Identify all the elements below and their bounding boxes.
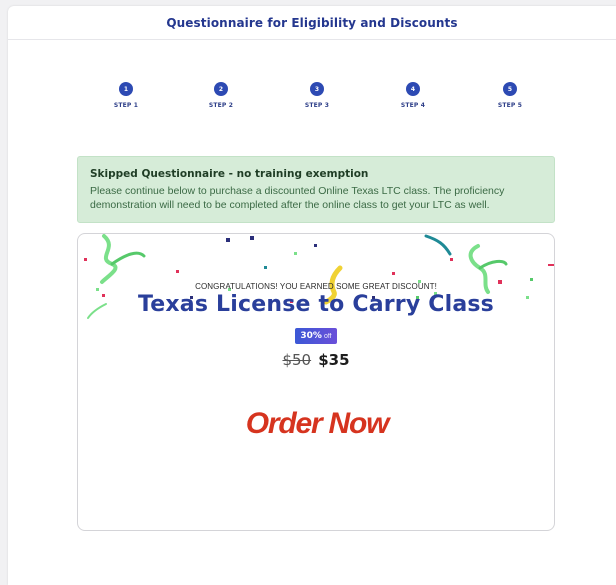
step-1-label: STEP 1: [113, 102, 139, 109]
questionnaire-card: Questionnaire for Eligibility and Discou…: [8, 6, 616, 585]
step-3-number: 3: [310, 82, 324, 96]
step-4-number: 4: [406, 82, 420, 96]
discount-percent: 30%: [300, 331, 322, 341]
step-5: 5 STEP 5: [480, 82, 540, 109]
order-now-button[interactable]: Order Now: [217, 402, 417, 446]
step-2: 2 STEP 2: [191, 82, 251, 109]
card-header: Questionnaire for Eligibility and Discou…: [8, 6, 616, 40]
course-title: Texas License to Carry Class: [138, 292, 494, 317]
congrats-text: CONGRATULATIONS! YOU EARNED SOME GREAT D…: [195, 282, 437, 291]
step-1-number: 1: [119, 82, 133, 96]
step-5-label: STEP 5: [497, 102, 523, 109]
step-5-number: 5: [503, 82, 517, 96]
alert-title: Skipped Questionnaire - no training exem…: [90, 168, 369, 180]
old-price: $50: [282, 351, 312, 369]
skipped-questionnaire-alert: Skipped Questionnaire - no training exem…: [77, 156, 555, 223]
step-2-number: 2: [214, 82, 228, 96]
step-4-label: STEP 4: [400, 102, 426, 109]
step-progress: 1 STEP 1 2 STEP 2 3 STEP 3 4 STEP 4 5 ST…: [8, 82, 616, 122]
discount-off-label: off: [323, 333, 332, 340]
new-price: $35: [318, 351, 350, 369]
page-title: Questionnaire for Eligibility and Discou…: [166, 15, 458, 30]
step-3-label: STEP 3: [304, 102, 330, 109]
discount-promo-card: CONGRATULATIONS! YOU EARNED SOME GREAT D…: [77, 233, 555, 531]
step-2-label: STEP 2: [208, 102, 234, 109]
step-4: 4 STEP 4: [383, 82, 443, 109]
discount-badge-row: 30% off: [78, 328, 554, 344]
alert-body: Please continue below to purchase a disc…: [90, 185, 505, 211]
price-row: $50 $35: [78, 350, 554, 369]
step-1: 1 STEP 1: [96, 82, 156, 109]
step-3: 3 STEP 3: [287, 82, 347, 109]
discount-badge: 30% off: [295, 328, 337, 344]
order-now-label: Order Now: [245, 407, 390, 440]
